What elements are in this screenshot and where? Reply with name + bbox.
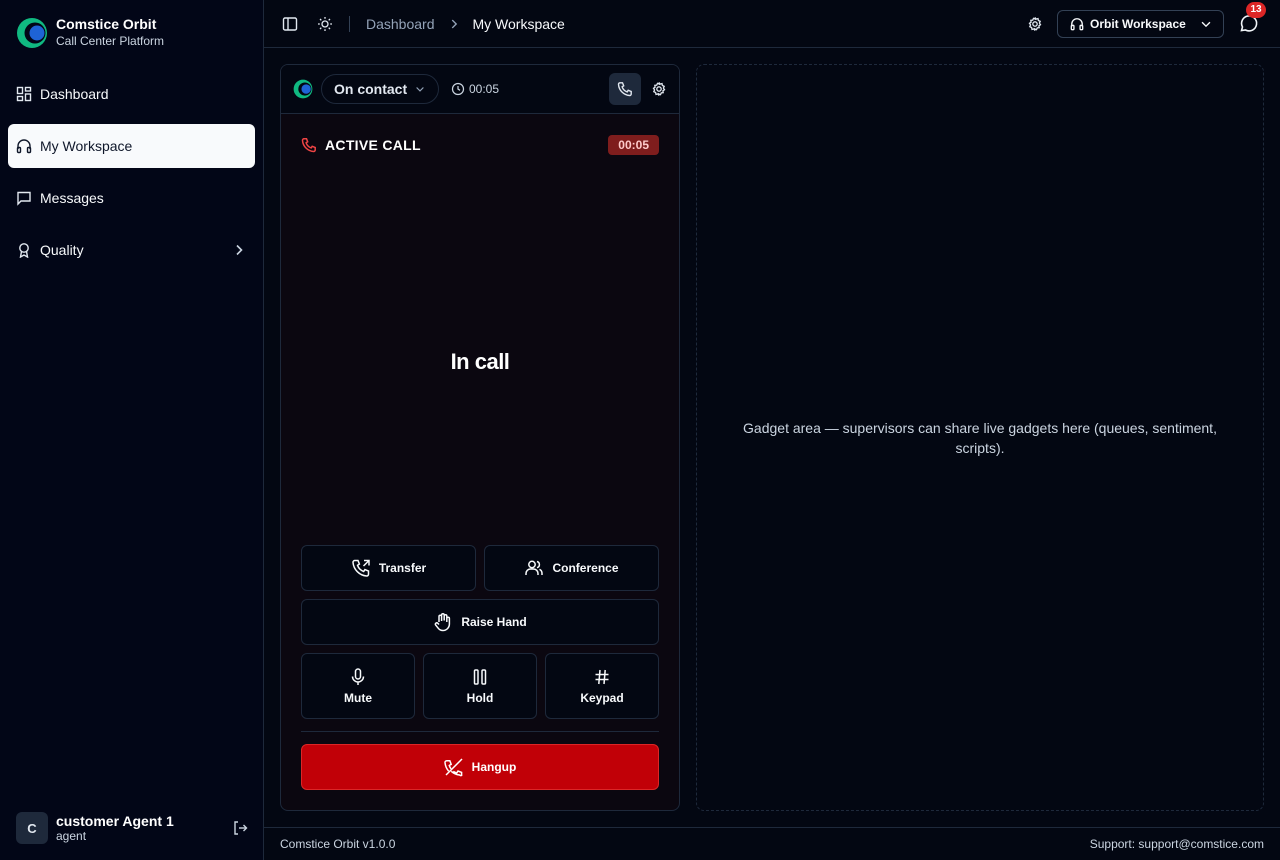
settings-gear-icon[interactable] <box>1027 16 1043 32</box>
breadcrumb: Dashboard My Workspace <box>366 16 565 32</box>
brand-name: Comstice Orbit <box>56 16 157 32</box>
hash-icon <box>595 669 609 685</box>
sidebar-item-quality[interactable]: Quality <box>8 228 255 272</box>
logout-icon[interactable] <box>232 820 248 836</box>
notification-badge: 13 <box>1246 1 1266 18</box>
workspace-select-value: Orbit Workspace <box>1090 16 1186 31</box>
controls-divider <box>301 731 659 732</box>
headphones-icon <box>16 139 32 154</box>
phone-off-icon <box>443 758 463 777</box>
transfer-button[interactable]: Transfer <box>301 545 476 591</box>
brand[interactable]: Comstice Orbit Call Center Platform <box>16 16 164 49</box>
conference-button[interactable]: Conference <box>484 545 659 591</box>
breadcrumb-dashboard[interactable]: Dashboard <box>366 16 435 32</box>
theme-toggle-sun-icon[interactable] <box>317 16 333 32</box>
raise-hand-label: Raise Hand <box>461 615 527 629</box>
sidebar-item-my-workspace[interactable]: My Workspace <box>8 124 255 168</box>
sidebar-item-label: Dashboard <box>40 86 109 102</box>
sidebar-toggle-icon[interactable] <box>282 16 298 32</box>
user-name: customer Agent 1 <box>56 813 174 829</box>
phone-toggle-button[interactable] <box>609 73 641 105</box>
avatar: C <box>16 812 48 844</box>
hangup-label: Hangup <box>471 760 517 774</box>
active-call-label: ACTIVE CALL <box>325 137 421 153</box>
pause-icon <box>473 669 487 685</box>
chevron-right-icon <box>451 19 457 28</box>
breadcrumb-my-workspace: My Workspace <box>472 15 565 32</box>
users-icon <box>525 560 544 575</box>
messages-button[interactable]: 13 <box>1238 1 1266 34</box>
keypad-button[interactable]: Keypad <box>545 653 659 719</box>
call-state-text: In call <box>450 349 510 374</box>
call-panel: On contact 00:05 ACTIVE CALL 00:05 In ca… <box>280 64 680 811</box>
sidebar-item-label: My Workspace <box>40 138 133 154</box>
hold-button[interactable]: Hold <box>423 653 537 719</box>
active-call-row: ACTIVE CALL 00:05 <box>301 135 659 155</box>
conference-label: Conference <box>552 561 619 575</box>
headphones-icon <box>1070 17 1084 30</box>
dashboard-grid-icon <box>16 86 32 102</box>
hold-label: Hold <box>466 691 494 705</box>
sidebar-nav: Dashboard My Workspace Messages Quality <box>8 72 255 280</box>
gadget-area: Gadget area — supervisors can share live… <box>696 64 1264 811</box>
mute-label: Mute <box>344 691 372 705</box>
agent-status-value: On contact <box>334 81 408 97</box>
call-timer-badge: 00:05 <box>608 135 659 155</box>
top-header: Dashboard My Workspace Orbit Workspace 1… <box>264 0 1280 48</box>
phone-forward-icon <box>352 559 370 577</box>
keypad-label: Keypad <box>580 691 624 705</box>
app-version: Comstice Orbit v1.0.0 <box>280 837 396 851</box>
user-profile: C customer Agent 1 agent <box>16 812 248 844</box>
phone-active-icon <box>301 138 316 153</box>
transfer-label: Transfer <box>378 561 427 575</box>
hangup-button[interactable]: Hangup <box>301 744 659 790</box>
sidebar-item-label: Quality <box>40 242 84 258</box>
brand-logo-icon <box>17 17 47 48</box>
panel-settings-gear-icon[interactable] <box>651 81 667 97</box>
support-contact[interactable]: Support: support@comstice.com <box>1090 837 1264 851</box>
raise-hand-button[interactable]: Raise Hand <box>301 599 659 645</box>
hand-icon <box>434 613 451 632</box>
phone-icon <box>617 82 632 97</box>
brand-logo-icon <box>293 79 313 99</box>
sidebar-item-dashboard[interactable]: Dashboard <box>8 72 255 116</box>
call-panel-toolbar: On contact 00:05 <box>281 65 679 114</box>
user-role: agent <box>56 829 87 843</box>
sidebar-item-messages[interactable]: Messages <box>8 176 255 220</box>
chevron-down-icon <box>416 87 424 92</box>
sidebar-item-label: Messages <box>40 190 104 206</box>
header-divider <box>349 15 350 32</box>
clock-icon <box>451 82 465 96</box>
gadget-placeholder-text: Gadget area — supervisors can share live… <box>743 419 1217 456</box>
brand-subtitle: Call Center Platform <box>56 34 165 48</box>
mute-button[interactable]: Mute <box>301 653 415 719</box>
award-icon <box>19 243 29 258</box>
chevron-down-icon <box>1201 21 1211 27</box>
sidebar: Comstice Orbit Call Center Platform Dash… <box>0 0 264 860</box>
status-timer: 00:05 <box>451 82 499 96</box>
microphone-icon <box>351 668 365 685</box>
status-timer-value: 00:05 <box>469 82 500 96</box>
chevron-right-icon <box>236 244 243 256</box>
workspace-select[interactable]: Orbit Workspace <box>1057 9 1224 38</box>
agent-status-select[interactable]: On contact <box>321 74 439 104</box>
message-square-icon <box>17 191 31 206</box>
footer: Comstice Orbit v1.0.0 Support: support@c… <box>264 827 1280 860</box>
